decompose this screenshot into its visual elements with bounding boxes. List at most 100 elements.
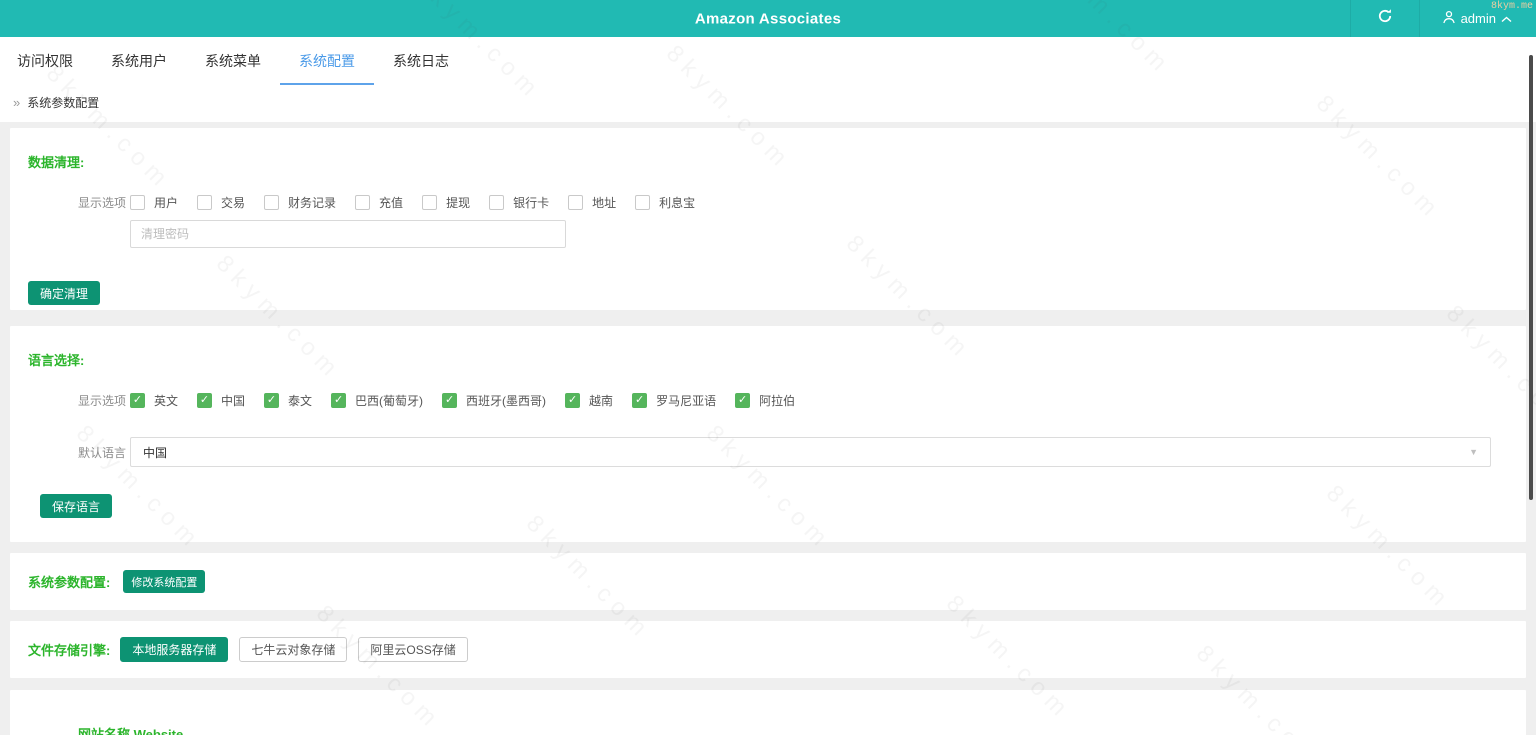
checkbox-checked[interactable]: ✓ — [264, 393, 280, 408]
page: Amazon Associates 8kym.me admin 访问权限 系统用… — [0, 0, 1536, 735]
checkbox[interactable]: ✓ — [568, 195, 584, 210]
check-icon: ✓ — [444, 394, 455, 406]
checkbox-label: 越南 — [589, 394, 614, 408]
checkbox[interactable]: ✓ — [130, 195, 145, 210]
checkbox-label: 阿拉伯 — [759, 394, 796, 408]
checkbox-option[interactable]: ✓ 地址 — [568, 194, 616, 211]
checkbox-label: 利息宝 — [659, 196, 696, 210]
default-language-label: 默认语言 — [78, 445, 127, 460]
username: admin — [1460, 11, 1496, 26]
data-clean-checkbox-list: ✓ 用户 ✓ 交易 ✓ 财务记录 ✓ 充值 ✓ 提现 ✓ 银行卡 — [130, 194, 714, 211]
language-section: 语言选择: 显示选项 ✓ 英文 ✓ 中国 ✓ 泰文 ✓ 巴西(葡萄牙) ✓ 西班… — [10, 326, 1526, 542]
page-title: Amazon Associates — [694, 10, 842, 27]
tab-breadcrumb-block: 访问权限 系统用户 系统菜单 系统配置 系统日志 » 系统参数配置 — [0, 37, 1536, 122]
tab-bar: 访问权限 系统用户 系统菜单 系统配置 系统日志 — [0, 37, 1536, 85]
tab[interactable]: 系统配置 — [280, 51, 374, 85]
scrollbar[interactable] — [1526, 37, 1536, 735]
confirm-clean-button[interactable]: 确定清理 — [28, 281, 101, 305]
checkbox-option[interactable]: ✓ 巴西(葡萄牙) — [331, 392, 423, 409]
website-label: 网站名称 Website — [78, 727, 184, 735]
checkbox[interactable]: ✓ — [197, 195, 213, 210]
checkbox-label: 泰文 — [288, 394, 313, 408]
tab[interactable]: 系统用户 — [111, 51, 167, 85]
checkbox-checked[interactable]: ✓ — [565, 393, 581, 408]
checkbox-option[interactable]: ✓ 用户 — [130, 194, 178, 211]
system-config-section: 系统参数配置: 修改系统配置 — [10, 553, 1526, 610]
modify-config-button[interactable]: 修改系统配置 — [123, 570, 206, 593]
checkbox-checked[interactable]: ✓ — [197, 393, 213, 408]
checkbox-option[interactable]: ✓ 银行卡 — [489, 194, 549, 211]
checkbox-label: 财务记录 — [288, 196, 337, 210]
save-language-button[interactable]: 保存语言 — [40, 494, 113, 518]
checkbox-checked[interactable]: ✓ — [632, 393, 648, 408]
person-icon — [1442, 10, 1456, 27]
header-actions: admin — [1349, 0, 1536, 37]
checkbox-option[interactable]: ✓ 泰文 — [264, 392, 312, 409]
checkbox[interactable]: ✓ — [635, 195, 651, 210]
checkbox-label: 提现 — [446, 196, 471, 210]
storage-engine-label: 文件存储引擎: — [28, 643, 111, 658]
checkbox-checked[interactable]: ✓ — [331, 393, 347, 408]
checkbox-checked[interactable]: ✓ — [735, 393, 751, 408]
storage-engine-button[interactable]: 七牛云对象存储 — [239, 637, 348, 662]
checkbox-option[interactable]: ✓ 阿拉伯 — [735, 392, 795, 409]
language-options-row: 显示选项 ✓ 英文 ✓ 中国 ✓ 泰文 ✓ 巴西(葡萄牙) ✓ 西班牙(墨西哥) — [78, 392, 1526, 409]
checkbox-option[interactable]: ✓ 交易 — [197, 194, 245, 211]
checkbox-option[interactable]: ✓ 中国 — [197, 392, 245, 409]
checkbox-option[interactable]: ✓ 罗马尼亚语 — [632, 392, 716, 409]
checkbox-option[interactable]: ✓ 西班牙(墨西哥) — [442, 392, 546, 409]
options-label: 显示选项 — [78, 394, 127, 408]
breadcrumb-label: 系统参数配置 — [27, 96, 100, 110]
website-section: 网站名称 Website — [10, 690, 1526, 735]
checkbox-label: 中国 — [221, 394, 246, 408]
clean-password-input[interactable] — [130, 220, 566, 248]
checkbox-label: 巴西(葡萄牙) — [355, 394, 424, 408]
default-language-row: 默认语言 中国 ▼ — [78, 437, 1491, 467]
data-clean-label: 数据清理: — [28, 155, 85, 170]
checkbox-option[interactable]: ✓ 充值 — [355, 194, 403, 211]
check-icon: ✓ — [266, 394, 277, 406]
storage-engine-button[interactable]: 阿里云OSS存储 — [358, 637, 468, 662]
tab[interactable]: 访问权限 — [17, 51, 73, 85]
refresh-button[interactable] — [1349, 0, 1420, 37]
check-icon: ✓ — [737, 394, 748, 406]
check-icon: ✓ — [132, 394, 143, 406]
checkbox[interactable]: ✓ — [355, 195, 371, 210]
checkbox-checked[interactable]: ✓ — [442, 393, 458, 408]
user-menu[interactable]: admin — [1420, 0, 1536, 37]
selected-language: 中国 — [143, 445, 168, 460]
language-checkbox-list: ✓ 英文 ✓ 中国 ✓ 泰文 ✓ 巴西(葡萄牙) ✓ 西班牙(墨西哥) ✓ 越南 — [130, 392, 814, 409]
checkbox[interactable]: ✓ — [264, 195, 280, 210]
checkbox[interactable]: ✓ — [489, 195, 505, 210]
clean-password-row — [28, 211, 1526, 248]
language-label: 语言选择: — [28, 353, 85, 368]
breadcrumb: » 系统参数配置 — [0, 85, 1536, 111]
caret-down-icon: ▼ — [1469, 447, 1478, 457]
default-language-select[interactable]: 中国 ▼ — [130, 437, 1491, 467]
checkbox-checked[interactable]: ✓ — [130, 393, 145, 408]
chevron-up-icon — [1501, 11, 1512, 26]
refresh-icon — [1377, 8, 1393, 29]
checkbox-option[interactable]: ✓ 越南 — [565, 392, 613, 409]
tab[interactable]: 系统日志 — [393, 51, 449, 85]
storage-engine-section: 文件存储引擎: 本地服务器存储 七牛云对象存储 阿里云OSS存储 — [10, 621, 1526, 678]
tab[interactable]: 系统菜单 — [205, 51, 261, 85]
check-icon: ✓ — [567, 394, 578, 406]
checkbox-label: 英文 — [154, 394, 179, 408]
options-label: 显示选项 — [78, 196, 127, 210]
checkbox-option[interactable]: ✓ 利息宝 — [635, 194, 695, 211]
checkbox-label: 充值 — [379, 196, 404, 210]
checkbox-option[interactable]: ✓ 英文 — [130, 392, 178, 409]
checkbox-label: 罗马尼亚语 — [656, 394, 717, 408]
scrollbar-thumb[interactable] — [1529, 55, 1533, 500]
data-clean-section: 数据清理: 显示选项 ✓ 用户 ✓ 交易 ✓ 财务记录 ✓ 充值 ✓ 提现 — [10, 128, 1526, 310]
checkbox-option[interactable]: ✓ 财务记录 — [264, 194, 336, 211]
system-config-label: 系统参数配置: — [28, 575, 111, 590]
storage-engine-button[interactable]: 本地服务器存储 — [120, 637, 229, 662]
checkbox-label: 地址 — [592, 196, 617, 210]
checkbox[interactable]: ✓ — [422, 195, 438, 210]
checkbox-option[interactable]: ✓ 提现 — [422, 194, 470, 211]
checkbox-label: 西班牙(墨西哥) — [466, 394, 547, 408]
app-header: Amazon Associates 8kym.me admin — [0, 0, 1536, 37]
storage-engine-buttons: 本地服务器存储 七牛云对象存储 阿里云OSS存储 — [120, 637, 478, 662]
